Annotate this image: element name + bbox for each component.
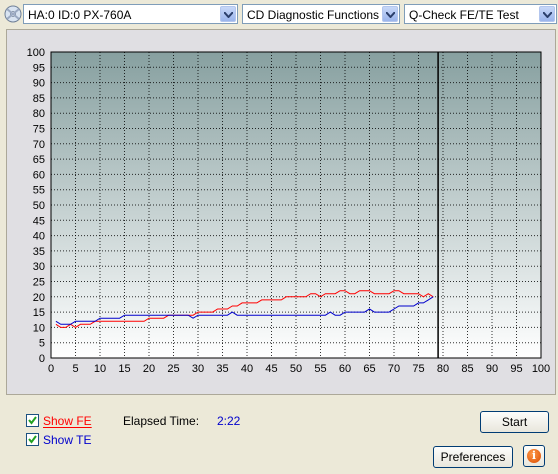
chevron-down-icon[interactable] xyxy=(539,6,555,22)
test-select-value: Q-Check FE/TE Test xyxy=(409,8,519,22)
x-tick-label: 40 xyxy=(241,363,253,375)
y-tick-label: 15 xyxy=(33,307,45,319)
elapsed-time-value: 2:22 xyxy=(217,414,241,428)
y-tick-label: 35 xyxy=(33,246,45,258)
drive-select-value: HA:0 ID:0 PX-760A xyxy=(28,8,132,22)
y-tick-label: 10 xyxy=(33,322,45,334)
show-fe-label[interactable]: Show FE xyxy=(43,414,92,428)
x-tick-label: 65 xyxy=(363,363,375,375)
x-tick-label: 10 xyxy=(94,363,106,375)
y-tick-label: 30 xyxy=(33,261,45,273)
chevron-down-icon[interactable] xyxy=(382,6,398,22)
chart-panel: 0 5 10 15 20 25 30 35 40 45 50 55 60 65 70 75 80 85 90 95 10… xyxy=(6,29,556,395)
x-tick-label: 45 xyxy=(265,363,277,375)
x-tick-label: 5 xyxy=(72,363,78,375)
x-tick-label: 0 xyxy=(48,363,54,375)
x-tick-label: 55 xyxy=(314,363,326,375)
y-tick-label: 5 xyxy=(39,338,45,350)
show-te-label[interactable]: Show TE xyxy=(43,433,91,447)
y-tick-label: 75 xyxy=(33,124,45,136)
y-tick-label: 65 xyxy=(33,154,45,166)
x-tick-label: 15 xyxy=(118,363,130,375)
y-tick-label: 50 xyxy=(33,200,45,212)
y-tick-label: 100 xyxy=(27,47,45,59)
function-select[interactable]: CD Diagnostic Functions xyxy=(242,4,400,24)
bottom-panel: Show FE Show TE Elapsed Time: 2:22 Start… xyxy=(0,398,558,474)
elapsed-time-label: Elapsed Time: xyxy=(123,414,200,428)
chevron-down-icon[interactable] xyxy=(220,6,236,22)
y-tick-label: 0 xyxy=(39,353,45,365)
show-te-checkbox[interactable] xyxy=(26,433,39,446)
x-tick-label: 70 xyxy=(388,363,400,375)
x-tick-label: 90 xyxy=(486,363,498,375)
x-tick-label: 60 xyxy=(339,363,351,375)
x-tick-label: 50 xyxy=(290,363,302,375)
start-button[interactable]: Start xyxy=(480,411,549,433)
preferences-button[interactable]: Preferences xyxy=(433,446,513,468)
x-tick-label: 20 xyxy=(143,363,155,375)
y-tick-label: 85 xyxy=(33,93,45,105)
x-tick-label: 95 xyxy=(510,363,522,375)
fe-te-chart: 0510152025303540455055606570758085909510… xyxy=(27,47,551,375)
function-select-value: CD Diagnostic Functions xyxy=(247,8,380,22)
y-tick-label: 90 xyxy=(33,78,45,90)
y-tick-label: 70 xyxy=(33,139,45,151)
x-tick-label: 25 xyxy=(167,363,179,375)
y-tick-label: 45 xyxy=(33,215,45,227)
toolbar: HA:0 ID:0 PX-760A CD Diagnostic Function… xyxy=(0,0,558,28)
y-tick-label: 55 xyxy=(33,185,45,197)
info-icon: i xyxy=(527,449,541,463)
x-tick-label: 100 xyxy=(532,363,550,375)
x-tick-label: 30 xyxy=(192,363,204,375)
x-tick-label: 80 xyxy=(437,363,449,375)
x-tick-label: 35 xyxy=(216,363,228,375)
y-tick-label: 25 xyxy=(33,277,45,289)
y-tick-label: 40 xyxy=(33,231,45,243)
y-tick-label: 95 xyxy=(33,62,45,74)
drive-select[interactable]: HA:0 ID:0 PX-760A xyxy=(23,4,238,24)
disc-icon[interactable] xyxy=(4,5,22,23)
info-button[interactable]: i xyxy=(523,445,545,467)
x-tick-label: 75 xyxy=(412,363,424,375)
y-tick-label: 60 xyxy=(33,169,45,181)
x-tick-label: 85 xyxy=(461,363,473,375)
y-tick-label: 80 xyxy=(33,108,45,120)
show-fe-checkbox[interactable] xyxy=(26,414,39,427)
test-select[interactable]: Q-Check FE/TE Test xyxy=(404,4,557,24)
y-tick-label: 20 xyxy=(33,292,45,304)
